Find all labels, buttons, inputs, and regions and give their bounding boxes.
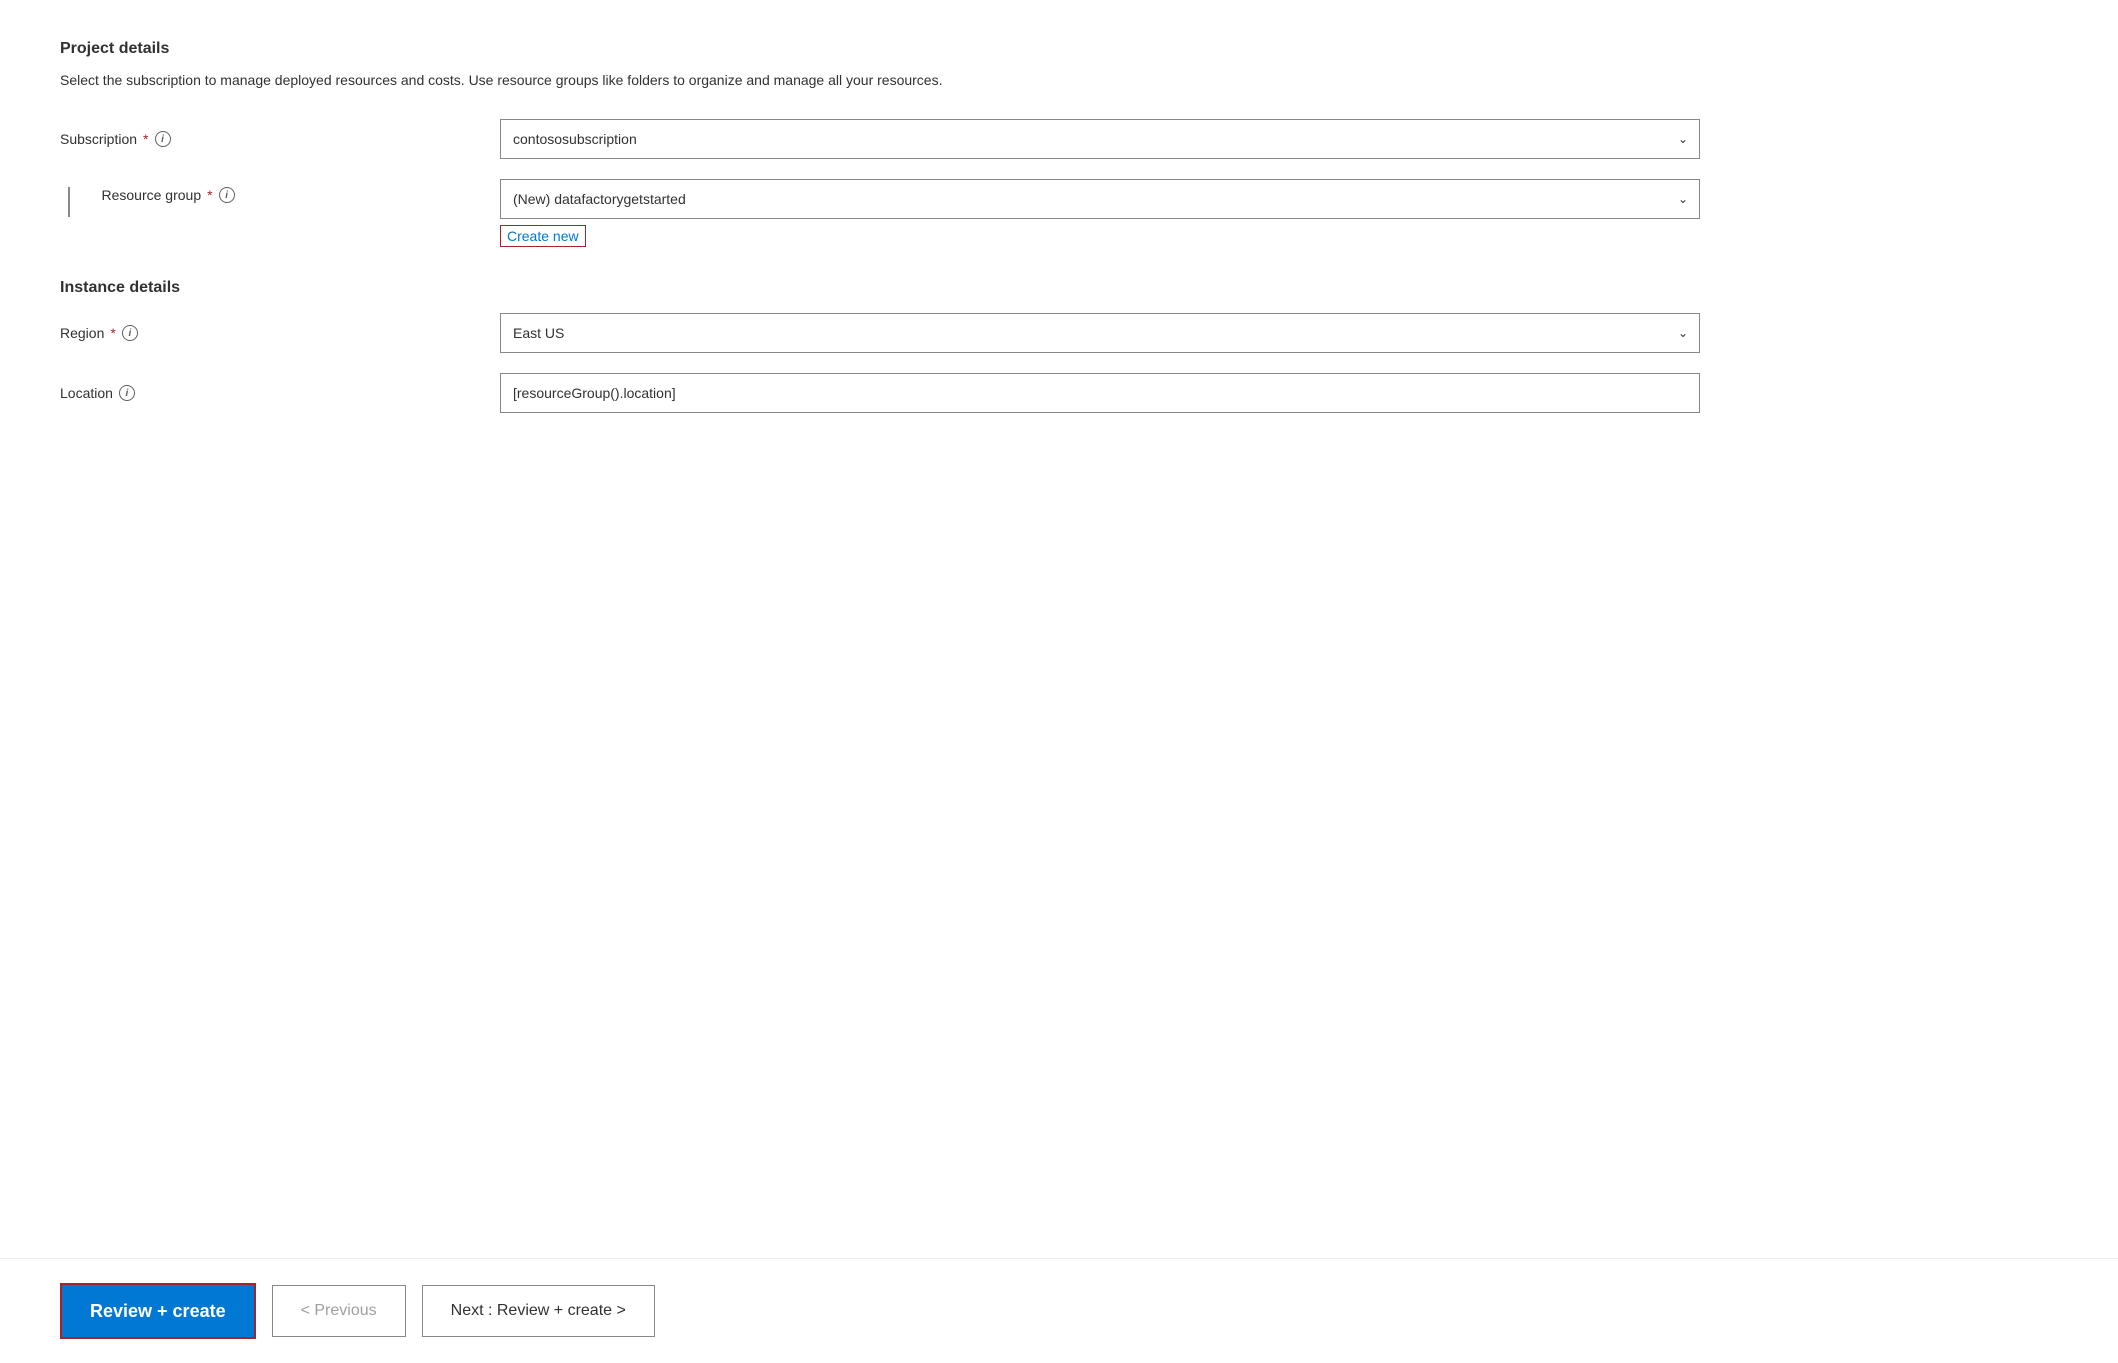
subscription-select-wrapper: contososubscription ⌄: [500, 119, 1700, 159]
region-required: *: [110, 325, 115, 341]
region-input-col: East US West US West Europe East Asia ⌄: [500, 313, 1700, 353]
resource-group-required: *: [207, 187, 212, 203]
subscription-row: Subscription * i contososubscription ⌄: [60, 119, 2058, 159]
region-label-col: Region * i: [60, 325, 480, 341]
instance-details-title: Instance details: [60, 279, 2058, 297]
region-row: Region * i East US West US West Europe E…: [60, 313, 2058, 353]
location-label-col: Location i: [60, 385, 480, 401]
resource-group-select[interactable]: (New) datafactorygetstarted: [500, 179, 1700, 219]
location-info-icon[interactable]: i: [119, 385, 135, 401]
review-create-button[interactable]: Review + create: [60, 1283, 256, 1339]
resource-group-row: Resource group * i (New) datafactorygets…: [60, 179, 2058, 247]
resource-indent-wrapper: Resource group * i: [60, 187, 235, 217]
resource-group-label: Resource group: [102, 187, 202, 203]
subscription-required: *: [143, 131, 148, 147]
project-details-title: Project details: [60, 40, 2058, 58]
resource-group-select-wrapper: (New) datafactorygetstarted ⌄: [500, 179, 1700, 219]
subscription-label: Subscription: [60, 131, 137, 147]
region-select-wrapper: East US West US West Europe East Asia ⌄: [500, 313, 1700, 353]
instance-details-section: Instance details Region * i East US West…: [60, 279, 2058, 413]
project-details-description: Select the subscription to manage deploy…: [60, 70, 960, 91]
resource-group-input-col: (New) datafactorygetstarted ⌄ Create new: [500, 179, 1700, 247]
subscription-info-icon[interactable]: i: [155, 131, 171, 147]
project-details-section: Project details Select the subscription …: [60, 40, 2058, 247]
subscription-label-col: Subscription * i: [60, 131, 480, 147]
region-select[interactable]: East US West US West Europe East Asia: [500, 313, 1700, 353]
indent-line: [68, 187, 70, 217]
subscription-select[interactable]: contososubscription: [500, 119, 1700, 159]
region-info-icon[interactable]: i: [122, 325, 138, 341]
location-row: Location i: [60, 373, 2058, 413]
next-button[interactable]: Next : Review + create >: [422, 1285, 655, 1337]
resource-group-label-row: Resource group * i: [102, 187, 235, 203]
location-input[interactable]: [500, 373, 1700, 413]
location-input-col: [500, 373, 1700, 413]
create-new-link[interactable]: Create new: [500, 225, 586, 247]
resource-group-info-icon[interactable]: i: [219, 187, 235, 203]
resource-group-label-col: Resource group * i: [60, 179, 480, 217]
subscription-input-col: contososubscription ⌄: [500, 119, 1700, 159]
footer-bar: Review + create < Previous Next : Review…: [0, 1258, 2118, 1363]
region-label: Region: [60, 325, 104, 341]
previous-button[interactable]: < Previous: [272, 1285, 406, 1337]
location-label: Location: [60, 385, 113, 401]
